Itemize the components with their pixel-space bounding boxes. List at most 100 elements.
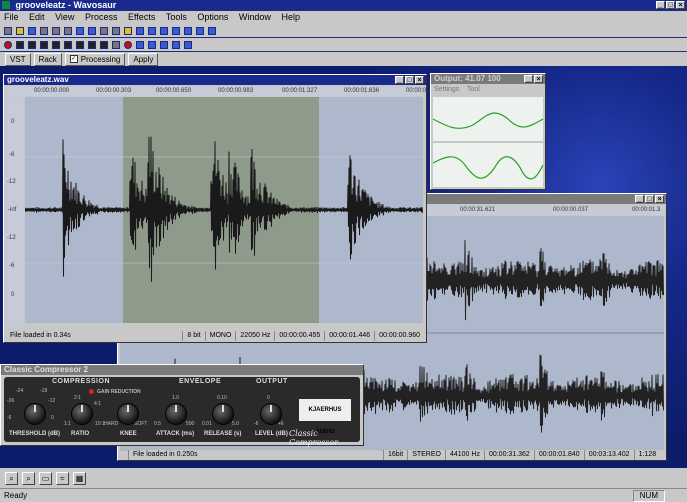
menu-process[interactable]: Process [85, 12, 118, 22]
knob-tick: 0 [51, 415, 54, 421]
spectrum-icon[interactable]: ▦ [73, 471, 86, 485]
output-menu-settings[interactable]: Settings [434, 86, 459, 93]
main-wave-window: grooveleatz.wav _ □ × 00:00:00.000 00:00… [3, 74, 429, 343]
tab-rack[interactable]: Rack [33, 52, 62, 66]
select-right-icon[interactable] [172, 40, 180, 49]
release-knob[interactable] [212, 403, 234, 425]
menu-view[interactable]: View [55, 12, 74, 22]
tab-vst[interactable]: VST [5, 52, 31, 66]
knob-tick: 1:1 [64, 421, 71, 427]
zoom-out-icon[interactable] [196, 26, 204, 35]
tab-apply[interactable]: Apply [128, 52, 159, 66]
second-status-bits: 16bit [383, 450, 407, 460]
output-minimize-button[interactable]: _ [524, 75, 533, 83]
cut-icon[interactable] [40, 26, 48, 35]
tab-processing[interactable]: ✓ Processing [64, 52, 126, 66]
second-maximize-button[interactable]: □ [645, 195, 654, 203]
select-left-icon[interactable] [160, 40, 168, 49]
threshold-label: THRESHOLD (dB) [9, 431, 60, 437]
play-icon[interactable] [16, 40, 24, 49]
trim-icon[interactable] [100, 26, 108, 35]
select-all-icon[interactable] [148, 40, 156, 49]
zoom-out-icon[interactable]: ⌕ [22, 471, 35, 485]
menu-tools[interactable]: Tools [166, 12, 187, 22]
go-end-icon[interactable] [100, 40, 108, 49]
second-ruler-tick: 00:00:01.3 [632, 207, 661, 213]
main-ruler-tick: 00:00:01.327 [282, 88, 318, 94]
knee-knob[interactable] [117, 403, 139, 425]
output-menu: Settings Tool [431, 84, 545, 95]
zoom-in-icon[interactable] [184, 26, 192, 35]
knob-tick: SOFT [134, 421, 148, 427]
redo-icon[interactable] [88, 26, 96, 35]
second-minimize-button[interactable]: _ [635, 195, 644, 203]
db-label: -inf [8, 207, 17, 213]
pause-icon[interactable] [40, 40, 48, 49]
go-start-icon[interactable] [88, 40, 96, 49]
output-scope [433, 97, 543, 187]
invert-icon[interactable] [172, 26, 180, 35]
menu-bar: File Edit View Process Effects Tools Opt… [0, 11, 687, 24]
knee-label: KNEE [120, 431, 137, 437]
undo-icon[interactable] [76, 26, 84, 35]
rewind-icon[interactable] [64, 40, 72, 49]
main-waveform-display[interactable] [25, 97, 423, 323]
toolbar-main [0, 24, 687, 37]
output-close-button[interactable]: × [534, 75, 543, 83]
menu-edit[interactable]: Edit [29, 12, 45, 22]
menu-effects[interactable]: Effects [128, 12, 155, 22]
maximize-button[interactable]: □ [666, 1, 675, 9]
close-button[interactable]: × [676, 1, 685, 9]
reverse-icon[interactable] [160, 26, 168, 35]
fade-in-icon[interactable] [136, 26, 144, 35]
main-status-bits: 8 bit [182, 331, 204, 341]
knob-tick: 0 [267, 395, 270, 401]
print-icon[interactable] [112, 26, 120, 35]
zoom-in-icon[interactable]: ⌕ [5, 471, 18, 485]
normalize-icon[interactable] [124, 26, 132, 35]
fast-forward-icon[interactable] [76, 40, 84, 49]
main-status-rate: 22050 Hz [235, 331, 274, 341]
snap-icon[interactable] [136, 40, 144, 49]
second-close-button[interactable]: × [655, 195, 664, 203]
waveform-icon[interactable]: ≈ [56, 471, 69, 485]
menu-file[interactable]: File [4, 12, 19, 22]
main-time-ruler[interactable]: 00:00:00.000 00:00:00.303 00:00:00.650 0… [6, 87, 429, 96]
menu-window[interactable]: Window [239, 12, 271, 22]
attack-label: ATTACK (ms) [156, 431, 195, 437]
plugin-brand: Classic Compressor [289, 429, 339, 447]
record-icon[interactable] [4, 40, 12, 49]
loop-icon[interactable] [112, 40, 120, 49]
open-file-icon[interactable] [16, 26, 24, 35]
menu-options[interactable]: Options [197, 12, 228, 22]
app-statusbar: Ready NUM [0, 488, 687, 502]
knob-tick: 0.10 [217, 395, 227, 401]
copy-icon[interactable] [52, 26, 60, 35]
zoom-selection-icon[interactable] [208, 26, 216, 35]
minimize-button[interactable]: _ [656, 1, 665, 9]
marker-icon[interactable] [124, 40, 132, 49]
effect-tabs: VST Rack ✓ Processing Apply [0, 52, 687, 66]
knob-tick: 2:1 [74, 395, 81, 401]
output-menu-tool[interactable]: Tool [467, 86, 480, 93]
play-loop-icon[interactable] [28, 40, 36, 49]
save-icon[interactable] [28, 26, 36, 35]
paste-icon[interactable] [64, 26, 72, 35]
second-status-zoom: 1:128 [633, 450, 661, 460]
main-status-sel: 00:00:01.446 [324, 331, 374, 341]
fade-out-icon[interactable] [148, 26, 156, 35]
fit-icon[interactable]: ▭ [39, 471, 52, 485]
attack-knob[interactable] [165, 403, 187, 425]
main-maximize-button[interactable]: □ [405, 76, 414, 84]
menu-help[interactable]: Help [281, 12, 300, 22]
main-close-button[interactable]: × [415, 76, 424, 84]
ratio-knob[interactable] [71, 403, 93, 425]
level-knob[interactable] [260, 403, 282, 425]
new-file-icon[interactable] [4, 26, 12, 35]
toolbar-transport [0, 38, 687, 51]
threshold-knob[interactable] [24, 403, 46, 425]
processing-checkbox[interactable]: ✓ [69, 55, 78, 64]
stop-icon[interactable] [52, 40, 60, 49]
zoom-full-icon[interactable] [184, 40, 192, 49]
main-minimize-button[interactable]: _ [395, 76, 404, 84]
